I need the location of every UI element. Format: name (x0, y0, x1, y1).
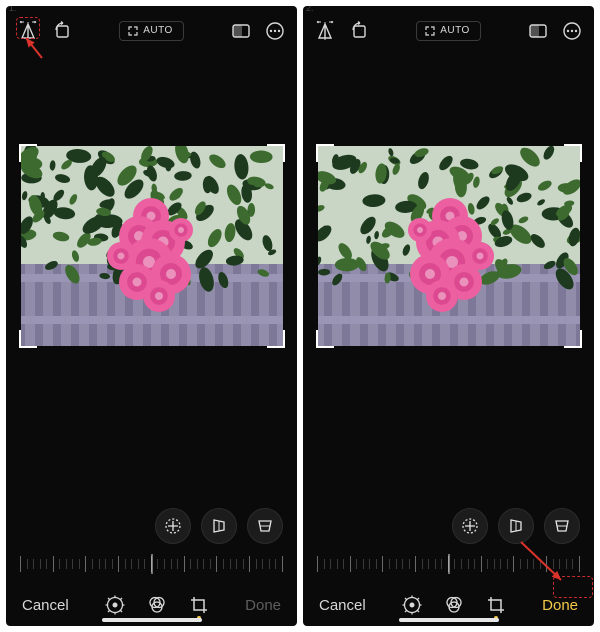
step-number: 2. (306, 6, 314, 13)
perspective-horizontal-button[interactable] (498, 508, 534, 544)
aspect-ratio-button[interactable] (229, 19, 253, 43)
done-button[interactable]: Done (245, 597, 281, 614)
perspective-tools (303, 508, 594, 550)
flip-horizontal-button[interactable] (16, 19, 40, 43)
rotate-button[interactable] (347, 19, 371, 43)
adjust-tab[interactable] (401, 594, 423, 616)
more-button[interactable] (263, 19, 287, 43)
done-button[interactable]: Done (542, 597, 578, 614)
auto-button[interactable]: AUTO (119, 21, 184, 41)
crop-handle-tr[interactable] (267, 144, 285, 162)
filters-tab[interactable] (146, 594, 168, 616)
perspective-tools (6, 508, 297, 550)
crop-handle-br[interactable] (564, 330, 582, 348)
crop-handle-tl[interactable] (316, 144, 334, 162)
crop-tab[interactable] (485, 594, 507, 616)
perspective-vertical-button[interactable] (247, 508, 283, 544)
crop-handle-bl[interactable] (316, 330, 334, 348)
filters-tab[interactable] (443, 594, 465, 616)
crop-frame[interactable] (21, 146, 283, 346)
crop-canvas[interactable] (6, 46, 297, 508)
crop-handle-br[interactable] (267, 330, 285, 348)
crop-canvas[interactable] (303, 46, 594, 508)
editor-panel: 1. AUTO (6, 6, 297, 626)
flip-horizontal-button[interactable] (313, 19, 337, 43)
crop-tab[interactable] (188, 594, 210, 616)
auto-button[interactable]: AUTO (416, 21, 481, 41)
step-number: 1. (9, 6, 17, 13)
crop-handle-tl[interactable] (19, 144, 37, 162)
crop-frame[interactable] (318, 146, 580, 346)
adjust-tab[interactable] (104, 594, 126, 616)
auto-label: AUTO (440, 25, 470, 36)
top-toolbar: AUTO (6, 6, 297, 46)
straighten-button[interactable] (452, 508, 488, 544)
perspective-vertical-button[interactable] (544, 508, 580, 544)
angle-ruler[interactable] (20, 550, 283, 578)
crop-handle-bl[interactable] (19, 330, 37, 348)
aspect-ratio-button[interactable] (526, 19, 550, 43)
crop-handle-tr[interactable] (564, 144, 582, 162)
home-indicator (102, 618, 202, 622)
angle-ruler[interactable] (317, 550, 580, 578)
rotate-button[interactable] (50, 19, 74, 43)
cancel-button[interactable]: Cancel (22, 597, 69, 614)
auto-label: AUTO (143, 25, 173, 36)
cancel-button[interactable]: Cancel (319, 597, 366, 614)
perspective-horizontal-button[interactable] (201, 508, 237, 544)
straighten-button[interactable] (155, 508, 191, 544)
more-button[interactable] (560, 19, 584, 43)
editor-panel: 2. AUTO (303, 6, 594, 626)
home-indicator (399, 618, 499, 622)
top-toolbar: AUTO (303, 6, 594, 46)
